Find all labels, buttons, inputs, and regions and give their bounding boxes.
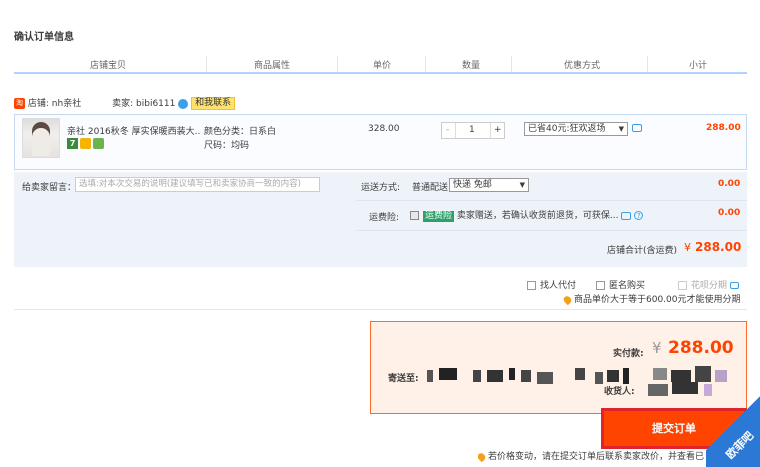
insurance-tag: 运费险 [423, 211, 455, 222]
chat-icon[interactable] [632, 124, 642, 132]
anonymous-option[interactable]: 匿名购买 [596, 278, 645, 291]
shop-row: 淘 店铺: nh亲社 卖家: bibi6111 和我联系 [14, 96, 236, 112]
installment-checkbox[interactable] [678, 281, 687, 290]
pay-currency: ¥ [652, 339, 662, 357]
credit-card-icon[interactable] [80, 138, 91, 149]
item-price: 328.00 [368, 124, 400, 134]
anonymous-label: 匿名购买 [609, 281, 646, 291]
agent-pay-checkbox[interactable] [527, 281, 536, 290]
divider [14, 309, 747, 310]
installment-label: 花呗分期 [691, 281, 728, 291]
installment-note-text: 商品单价大于等于600.00元才能使用分期 [574, 295, 741, 305]
item-title-link[interactable]: 亲社 2016秋冬 厚实保暖西装大... [67, 124, 200, 137]
item-subtotal: 288.00 [706, 123, 741, 133]
contact-seller-button[interactable]: 和我联系 [191, 97, 236, 110]
shop-label: 店铺: [27, 99, 49, 109]
guarantee-icon[interactable] [93, 138, 104, 149]
col-qty: 数量 [462, 61, 481, 71]
agent-pay-label: 找人代付 [540, 281, 577, 291]
insurance-label: 运费险: [369, 213, 400, 223]
discount-select-value: 已省40元:狂欢返场 [528, 124, 606, 134]
discount-select[interactable]: 已省40元:狂欢返场 ▼ [524, 122, 628, 136]
watermark-corner: 欧菲吧 [706, 392, 760, 467]
chat-icon[interactable] [621, 211, 632, 220]
chevron-down-icon: ▼ [519, 181, 525, 189]
pay-amount: 288.00 [668, 338, 734, 358]
col-separator [337, 56, 338, 72]
qty-minus-button[interactable]: - [446, 125, 449, 135]
help-icon[interactable]: ? [634, 211, 644, 220]
col-attr: 商品属性 [254, 61, 291, 71]
col-discount: 优惠方式 [564, 61, 601, 71]
ship-method-label: 运送方式: [361, 183, 401, 193]
ship-to-label: 寄送至: [388, 374, 419, 384]
quantity-stepper[interactable]: - 1 + [441, 122, 505, 139]
ship-method-type: 普通配送 [412, 183, 449, 193]
seller-label: 卖家: [112, 99, 134, 109]
insurance-price: 0.00 [718, 208, 741, 218]
col-separator [511, 56, 512, 72]
store-total-currency: ¥ [684, 241, 691, 254]
ship-method-select[interactable]: 快递 免邮 ▼ [449, 178, 529, 192]
col-price: 单价 [373, 61, 392, 71]
page-title: 确认订单信息 [14, 32, 74, 43]
shop-name-link[interactable]: nh亲社 [52, 99, 81, 109]
pay-label: 实付款: [613, 349, 644, 359]
item-attr-color: 颜色分类：日系白 [204, 127, 277, 137]
wangwang-icon[interactable] [178, 98, 189, 109]
installment-note: 商品单价大于等于600.00元才能使用分期 [562, 292, 741, 305]
agent-pay-option[interactable]: 找人代付 [527, 278, 576, 291]
location-pin-icon [562, 294, 573, 305]
installment-option[interactable]: 花呗分期 [678, 278, 739, 291]
col-separator [425, 56, 426, 72]
col-separator [647, 56, 648, 72]
watermark-text: 欧菲吧 [723, 429, 757, 462]
ship-method-price: 0.00 [718, 179, 741, 189]
memo-input[interactable]: 选填:对本次交易的说明(建议填写已和卖家协商一致的内容) [75, 177, 320, 192]
price-change-note-text: 若价格变动，请在提交订单后联系卖家改价，并查看已 [488, 452, 705, 462]
taobao-icon: 淘 [14, 98, 25, 109]
item-thumbnail-figure [32, 122, 50, 156]
item-row [14, 114, 747, 170]
memo-label: 给卖家留言： [22, 183, 77, 193]
location-pin-icon [478, 451, 487, 462]
divider [356, 200, 747, 201]
store-total-label: 店铺合计(含运费) [607, 246, 678, 256]
chevron-down-icon: ▼ [618, 125, 624, 133]
qty-divider [490, 123, 491, 138]
anonymous-checkbox[interactable] [596, 281, 605, 290]
ship-method-select-value: 快递 免邮 [453, 180, 492, 190]
col-subtotal: 小计 [689, 61, 708, 71]
qty-input[interactable]: 1 [469, 125, 475, 135]
qty-divider [455, 123, 456, 138]
divider [356, 230, 747, 231]
qty-plus-button[interactable]: + [494, 125, 502, 135]
seven-day-return-icon[interactable]: 7 [67, 138, 78, 149]
insurance-text: 卖家赠送，若确认收货前退货，可获保... [456, 211, 619, 221]
store-total: 288.00 [695, 240, 742, 254]
item-badges: 7 [67, 138, 106, 149]
col-separator [206, 56, 207, 72]
col-shop-item: 店铺宝贝 [90, 61, 127, 71]
insurance-checkbox[interactable] [410, 211, 419, 220]
table-header: 店铺宝贝 商品属性 单价 数量 优惠方式 小计 [14, 56, 747, 74]
receiver-label: 收货人: [604, 387, 635, 397]
seller-name[interactable]: bibi6111 [136, 99, 175, 109]
chat-icon[interactable] [729, 282, 739, 289]
insurance-row: 运费险 卖家赠送，若确认收货前退货，可获保... ? [410, 208, 644, 222]
item-attr-size: 尺码：均码 [204, 141, 250, 151]
